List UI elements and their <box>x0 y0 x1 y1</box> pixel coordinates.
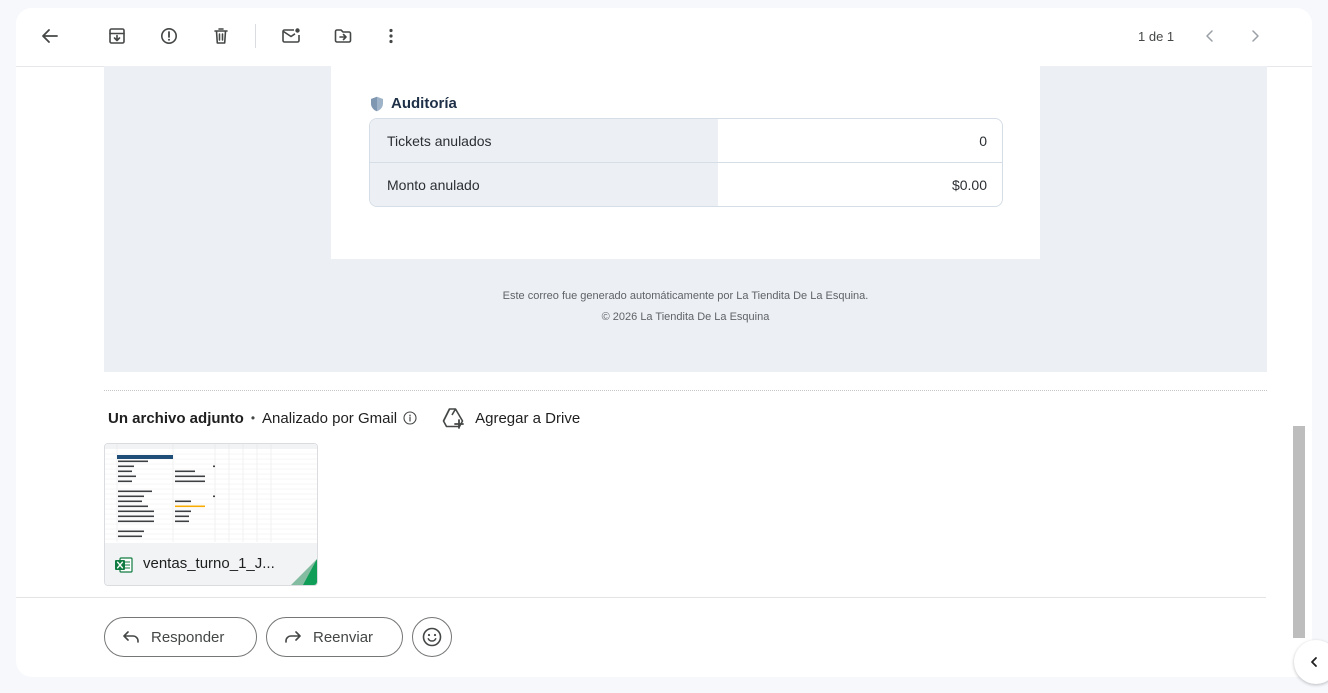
report-spam-icon[interactable] <box>156 23 182 49</box>
attachment-footer: ventas_turno_1_J... <box>105 543 317 585</box>
divider <box>104 390 1267 391</box>
more-vert-icon[interactable] <box>378 23 404 49</box>
info-icon[interactable] <box>403 411 417 425</box>
footer-line-1: Este correo fue generado automáticamente… <box>502 290 869 302</box>
chevron-left-icon[interactable] <box>1197 23 1223 49</box>
file-type-corner <box>291 559 317 585</box>
page-count: 1 de 1 <box>1138 29 1175 44</box>
scan-status: Analizado por Gmail <box>262 409 398 427</box>
audit-value: $0.00 <box>951 176 987 193</box>
reply-label: Responder <box>151 628 225 646</box>
toolbar: 1 de 1 <box>16 8 1312 67</box>
add-to-drive-button[interactable]: Agregar a Drive <box>441 407 580 429</box>
email-body: Auditoría Tickets anulados 0 Monto anula… <box>104 66 1267 372</box>
chevron-left-icon <box>1311 657 1317 667</box>
attachments-header: Un archivo adjunto • Analizado por Gmail… <box>108 407 580 429</box>
mark-unread-icon[interactable] <box>278 23 304 49</box>
email-content-panel: Auditoría Tickets anulados 0 Monto anula… <box>331 66 1040 259</box>
shield-icon <box>371 96 383 111</box>
scrollbar-thumb[interactable] <box>1293 426 1305 638</box>
toolbar-separator <box>255 24 256 48</box>
emoji-react-button[interactable] <box>412 617 452 657</box>
section-title-text: Auditoría <box>391 95 457 112</box>
reply-icon <box>123 631 139 643</box>
section-title: Auditoría <box>370 95 457 112</box>
archive-icon[interactable] <box>104 23 130 49</box>
audit-label: Tickets anulados <box>370 119 718 162</box>
attachment-file-name: ventas_turno_1_J... <box>143 555 275 572</box>
attachment-count: Un archivo adjunto <box>108 409 244 427</box>
attachment-card[interactable]: ventas_turno_1_J... <box>104 443 318 586</box>
reply-button[interactable]: Responder <box>104 617 257 657</box>
audit-value: 0 <box>979 132 987 149</box>
separator-dot: • <box>250 411 256 425</box>
spreadsheet-preview <box>105 444 317 542</box>
divider <box>16 597 1266 598</box>
back-arrow-icon[interactable] <box>37 23 63 49</box>
move-to-icon[interactable] <box>330 23 356 49</box>
table-row: Tickets anulados 0 <box>370 119 1002 162</box>
add-to-drive-label: Agregar a Drive <box>475 409 581 427</box>
drive-add-icon <box>442 408 465 429</box>
emoji-icon <box>422 627 442 647</box>
table-row: Monto anulado $0.00 <box>370 162 1002 206</box>
forward-button[interactable]: Reenviar <box>266 617 403 657</box>
audit-table: Tickets anulados 0 Monto anulado $0.00 <box>369 118 1003 207</box>
chevron-right-icon[interactable] <box>1242 23 1268 49</box>
delete-icon[interactable] <box>208 23 234 49</box>
forward-icon <box>285 631 301 643</box>
side-panel-toggle[interactable] <box>1294 640 1328 684</box>
forward-label: Reenviar <box>313 628 374 646</box>
excel-icon <box>115 557 133 573</box>
footer-line-2: © 2026 La Tiendita De La Esquina <box>601 311 770 323</box>
email-view: 1 de 1 Auditoría Tickets anulados 0 Mont… <box>16 8 1312 677</box>
audit-label: Monto anulado <box>370 163 718 206</box>
